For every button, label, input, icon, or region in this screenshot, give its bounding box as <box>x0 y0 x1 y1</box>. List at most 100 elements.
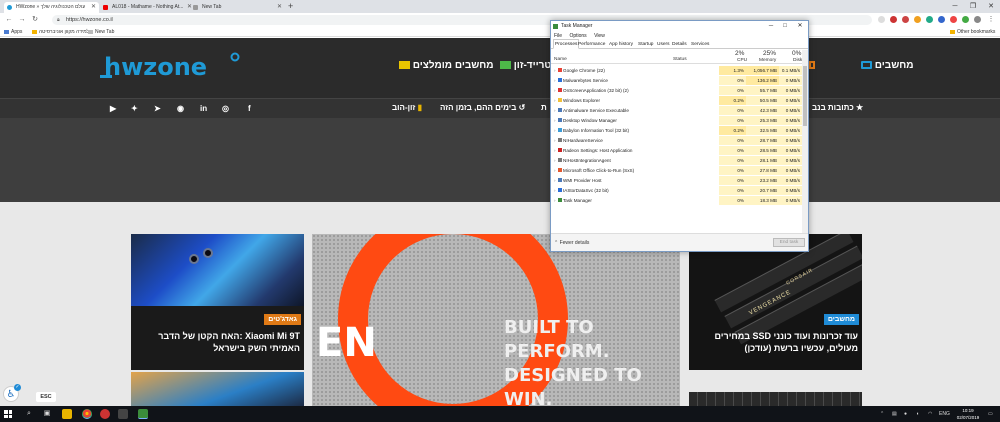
process-row[interactable]: › NIHostIntegrationAgent 0% 28.1 MB 0 MB/s <box>551 156 802 165</box>
other-bookmarks[interactable]: Other bookmarks <box>950 27 995 37</box>
file-explorer-icon[interactable] <box>62 409 72 419</box>
expand-icon[interactable]: › <box>554 136 556 145</box>
column-status[interactable]: Status <box>673 57 687 62</box>
subnav-days[interactable]: בימים ההם, בזמן הזה ↺ <box>440 103 525 112</box>
minimize-icon[interactable]: ─ <box>946 0 964 13</box>
article-card-left[interactable]: גאדג'טים Xiaomi Mi 9T :האח הקטן של הדבר … <box>131 234 304 370</box>
article-thumbnail[interactable] <box>689 392 862 406</box>
star-icon[interactable] <box>878 16 885 23</box>
process-row[interactable]: › Desktop Window Manager 0% 25.3 MB 0 MB/s <box>551 116 802 125</box>
expand-icon[interactable]: › <box>554 126 556 135</box>
subnav-zoneweb[interactable]: זון-הוב ▮ <box>392 103 422 112</box>
tab-services[interactable]: Services <box>691 40 709 49</box>
extension-icon[interactable] <box>902 16 909 23</box>
expand-icon[interactable]: › <box>554 76 556 85</box>
tab-details[interactable]: Details <box>672 40 687 49</box>
expand-icon[interactable]: › <box>554 106 556 115</box>
scrollbar-thumb[interactable] <box>803 66 807 126</box>
tab-new-tab[interactable]: New Tab ✕ <box>190 2 285 13</box>
column-cpu[interactable]: CPU <box>737 58 747 63</box>
expand-icon[interactable]: › <box>554 196 556 205</box>
extension-icon[interactable] <box>950 16 957 23</box>
column-memory[interactable]: Memory <box>759 58 776 63</box>
clock[interactable]: 10:19 02/07/2019 <box>952 407 984 421</box>
chrome-icon[interactable] <box>82 409 92 419</box>
process-row[interactable]: › Antimalware Service Executable 0% 42.3 MB… <box>551 106 802 115</box>
extension-icon[interactable] <box>890 16 897 23</box>
menu-dots-icon[interactable]: ⋮ <box>986 15 996 25</box>
process-row[interactable]: › IAStorDataSvc (32 bit) 0% 20.7 MB 0 MB/s <box>551 186 802 195</box>
notifications-icon[interactable]: ▭ <box>988 409 993 419</box>
subnav-partial[interactable]: ת <box>541 103 547 112</box>
tab-startup[interactable]: Startup <box>638 40 653 49</box>
expand-icon[interactable]: › <box>554 86 556 95</box>
tab-users[interactable]: Users <box>657 40 670 49</box>
maximize-icon[interactable]: ❐ <box>964 0 982 13</box>
windows-start-icon[interactable] <box>4 410 12 418</box>
category-badge[interactable]: גאדג'טים <box>264 314 301 325</box>
extension-icon[interactable] <box>926 16 933 23</box>
new-tab-button[interactable]: + <box>288 1 293 12</box>
youtube-icon[interactable]: ▶ <box>110 104 116 113</box>
minimize-icon[interactable]: ─ <box>764 21 778 32</box>
wifi-icon[interactable]: ◠ <box>928 409 932 419</box>
tab-youtube[interactable]: AL018 - Mathame - Nothing At... ✕ <box>100 2 195 13</box>
process-row[interactable]: › NIHardwareService 0% 28.7 MB 0 MB/s <box>551 136 802 145</box>
search-icon[interactable]: ⌕ <box>24 409 34 419</box>
extension-icon[interactable] <box>962 16 969 23</box>
menu-trade-zone[interactable]: טרייד-זון <box>497 60 551 71</box>
profile-icon[interactable] <box>974 16 981 23</box>
close-tab-icon[interactable]: ✕ <box>91 2 96 13</box>
column-disk[interactable]: Disk <box>793 58 802 63</box>
app-icon[interactable] <box>100 409 110 419</box>
fewer-details-button[interactable]: ⌃ Fewer details <box>554 240 589 246</box>
network-icon[interactable]: ▤ <box>892 409 897 419</box>
expand-icon[interactable]: › <box>554 156 556 165</box>
tab-performance[interactable]: Performance <box>578 40 605 49</box>
volume-icon[interactable]: ◖ <box>916 409 919 419</box>
telegram-icon[interactable]: ➤ <box>154 104 161 113</box>
article-title[interactable]: Xiaomi Mi 9T :האח הקטן של הדבר האמיתי הש… <box>135 330 300 354</box>
process-row[interactable]: › Windows Explorer 0.2% 50.5 MB 0 MB/s <box>551 96 802 105</box>
process-row[interactable]: › Radeon Settings: Host Application 0% 28.5… <box>551 146 802 155</box>
close-tab-icon[interactable]: ✕ <box>277 2 282 13</box>
process-row[interactable]: › Malwarebytes Service 0% 136.2 MB 0 MB/s <box>551 76 802 85</box>
process-row[interactable]: › WMI Provider Host 0% 23.2 MB 0 MB/s <box>551 176 802 185</box>
article-title[interactable]: עוד זכרונות ועוד כונני SSD במחירים מעולי… <box>693 330 858 354</box>
instagram-icon[interactable]: ◎ <box>222 104 229 113</box>
category-badge[interactable]: מחשבים <box>823 314 859 325</box>
hwzone-logo[interactable]: hwzone <box>100 51 240 81</box>
scrollbar[interactable] <box>802 50 808 245</box>
expand-icon[interactable]: › <box>554 166 556 175</box>
expand-icon[interactable]: › <box>554 146 556 155</box>
process-row[interactable]: › Google Chrome (22) 1.3% 1,056.7 MB 0.1 MB/… <box>551 66 802 75</box>
process-row[interactable]: › OnScreenApplication (32 bit) (2) 0% 55.7 … <box>551 86 802 95</box>
close-icon[interactable]: ✕ <box>793 21 807 32</box>
menu-view[interactable]: View <box>594 33 605 39</box>
language-indicator[interactable]: ENG <box>939 409 950 419</box>
task-view-icon[interactable]: ▣ <box>42 409 52 419</box>
bookmark-apps[interactable]: Apps <box>4 27 22 37</box>
twitter-icon[interactable]: ✦ <box>131 104 138 113</box>
process-row[interactable]: › Task Manager 0% 18.3 MB 0 MB/s <box>551 196 802 205</box>
tab-hwzone[interactable]: HWzone » עולם הטכנולוגיה שלך ✕ <box>4 2 99 13</box>
process-row[interactable]: › Microsoft Office Click-to-Run (SxS) 0% 27… <box>551 166 802 175</box>
bookmark-new-tab[interactable]: New Tab <box>88 27 114 37</box>
process-row[interactable]: › Babylon Information Tool (32 bit) 0.2% 32… <box>551 126 802 135</box>
expand-icon[interactable]: › <box>554 186 556 195</box>
article-card-right[interactable]: CORSAIR VENGEANCE מחשבים עוד זכרונות ועו… <box>689 234 862 370</box>
tray-icon[interactable]: ● <box>904 409 907 419</box>
expand-icon[interactable]: › <box>554 96 556 105</box>
rss-icon[interactable]: ◉ <box>177 104 184 113</box>
tray-icon[interactable]: ⌃ <box>880 409 884 419</box>
accessibility-button[interactable]: ♿︎ ✓ <box>3 384 21 402</box>
subnav-authors[interactable]: כתובות בנב ★ <box>812 103 863 112</box>
tab-processes[interactable]: Processes <box>553 39 580 49</box>
maximize-icon[interactable]: □ <box>778 21 792 32</box>
article-card-center[interactable]: EN BUILT TO PERFORM. DESIGNED TO WIN. <box>312 234 680 406</box>
extension-icon[interactable] <box>938 16 945 23</box>
app-icon[interactable] <box>118 409 128 419</box>
menu-computers[interactable]: מחשבים <box>858 60 914 71</box>
linkedin-icon[interactable]: in <box>200 104 207 113</box>
facebook-icon[interactable]: f <box>248 104 251 113</box>
